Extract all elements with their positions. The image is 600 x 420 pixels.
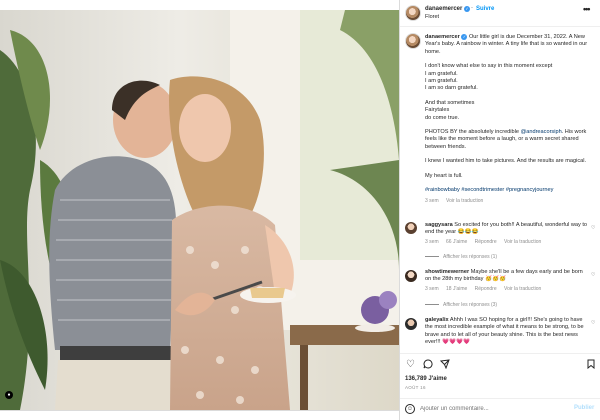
comment-time: 3 sem <box>425 238 439 245</box>
post-caption: danaemercer ✓ Our little girl is due Dec… <box>425 34 597 205</box>
comment-likes[interactable]: 18 J'aime <box>446 286 467 292</box>
comment-like-heart-icon[interactable]: ♡ <box>591 225 595 231</box>
post-header: danaemercer ✓ · Suivre Floret ••• <box>400 0 600 27</box>
comment-avatar[interactable] <box>405 318 417 330</box>
caption-paragraph-6: My heart is full. <box>425 172 463 179</box>
photo-illustration <box>0 10 399 410</box>
comments-list[interactable]: danaemercer ✓ Our little girl is due Dec… <box>400 28 600 353</box>
author-username[interactable]: danaemercer <box>425 6 462 12</box>
comment-reply-button[interactable]: Répondre <box>475 239 497 245</box>
caption-paragraph-3: And that sometimes Fairytales do come tr… <box>425 99 475 121</box>
caption-meta: 3 sem Voir la traduction <box>425 198 597 205</box>
comment-like-heart-icon[interactable]: ♡ <box>591 272 595 278</box>
comment-meta: 3 sem 66 J'aime Répondre Voir la traduct… <box>425 239 590 246</box>
follow-button[interactable]: Suivre <box>476 6 494 12</box>
author-avatar[interactable] <box>405 5 421 21</box>
view-replies-button[interactable]: Afficher les réponses (3) <box>425 302 497 308</box>
heart-icon[interactable]: ♡ <box>405 359 416 370</box>
caption-paragraph-2: I don't know what else to say in this mo… <box>425 63 553 92</box>
caption-time: 3 sem <box>425 197 439 204</box>
share-icon[interactable] <box>439 359 450 370</box>
comment-avatar[interactable] <box>405 270 417 282</box>
instagram-post-modal: ● danaemercer ✓ · Suivre Floret ••• dana… <box>0 0 600 420</box>
mention-link[interactable]: @andreacorsiph <box>521 129 562 135</box>
add-comment-bar: ☺ Publier <box>400 398 600 420</box>
comment-translate-button[interactable]: Voir la traduction <box>504 239 541 245</box>
replies-divider <box>425 256 439 258</box>
comment-icon[interactable] <box>422 359 433 370</box>
comment-text: Ahhh I was SO hoping for a girl!!! She's… <box>425 317 584 346</box>
verified-badge-icon: ✓ <box>464 6 470 12</box>
info-icon[interactable]: ● <box>5 391 13 399</box>
comment-item: showtimewerner Maybe she'll be a few day… <box>425 269 590 293</box>
comment-item: saggysara So excited for you both!! A be… <box>425 222 590 246</box>
caption-username[interactable]: danaemercer <box>425 34 460 40</box>
separator-dot: · <box>471 5 473 11</box>
comment-likes[interactable]: 66 J'aime <box>446 239 467 245</box>
comment-username[interactable]: saggysara <box>425 222 453 228</box>
comment-username[interactable]: galeyalix <box>425 317 449 323</box>
post-photo[interactable] <box>0 10 399 410</box>
comment-time: 3 sem <box>425 285 439 292</box>
post-actions: ♡ 136,789 J'aime AOÛT 16 <box>400 353 600 398</box>
view-replies-button[interactable]: Afficher les réponses (1) <box>425 254 497 260</box>
post-location[interactable]: Floret <box>425 14 439 20</box>
smiley-icon[interactable]: ☺ <box>405 404 415 414</box>
replies-divider <box>425 304 439 306</box>
likes-count[interactable]: 136,789 J'aime <box>405 376 447 382</box>
comment-like-heart-icon[interactable]: ♡ <box>591 320 595 326</box>
verified-badge-icon: ✓ <box>461 34 468 40</box>
comment-meta: 3 sem 18 J'aime Répondre Voir la traduct… <box>425 286 590 293</box>
caption-paragraph-5: I knew I wanted him to take pictures. An… <box>425 158 587 165</box>
comment-username[interactable]: showtimewerner <box>425 269 469 275</box>
post-date[interactable]: AOÛT 16 <box>405 385 426 390</box>
caption-avatar[interactable] <box>405 33 421 49</box>
comment-translate-button[interactable]: Voir la traduction <box>504 286 541 292</box>
comment-input[interactable] <box>420 404 560 414</box>
more-options-button[interactable]: ••• <box>583 4 591 14</box>
comment-avatar[interactable] <box>405 222 417 234</box>
comment-reply-button[interactable]: Répondre <box>475 286 497 292</box>
caption-paragraph-4: PHOTOS BY the absolutely incredible @and… <box>425 129 587 150</box>
bookmark-icon[interactable] <box>585 359 596 370</box>
publish-button[interactable]: Publier <box>574 405 594 411</box>
post-sidebar: danaemercer ✓ · Suivre Floret ••• danaem… <box>399 0 600 420</box>
caption-translate-button[interactable]: Voir la traduction <box>446 198 483 204</box>
comment-item: galeyalix Ahhh I was SO hoping for a gir… <box>425 317 590 347</box>
caption-hashtags[interactable]: #rainbowbaby #secondtrimester #pregnancy… <box>425 187 597 194</box>
